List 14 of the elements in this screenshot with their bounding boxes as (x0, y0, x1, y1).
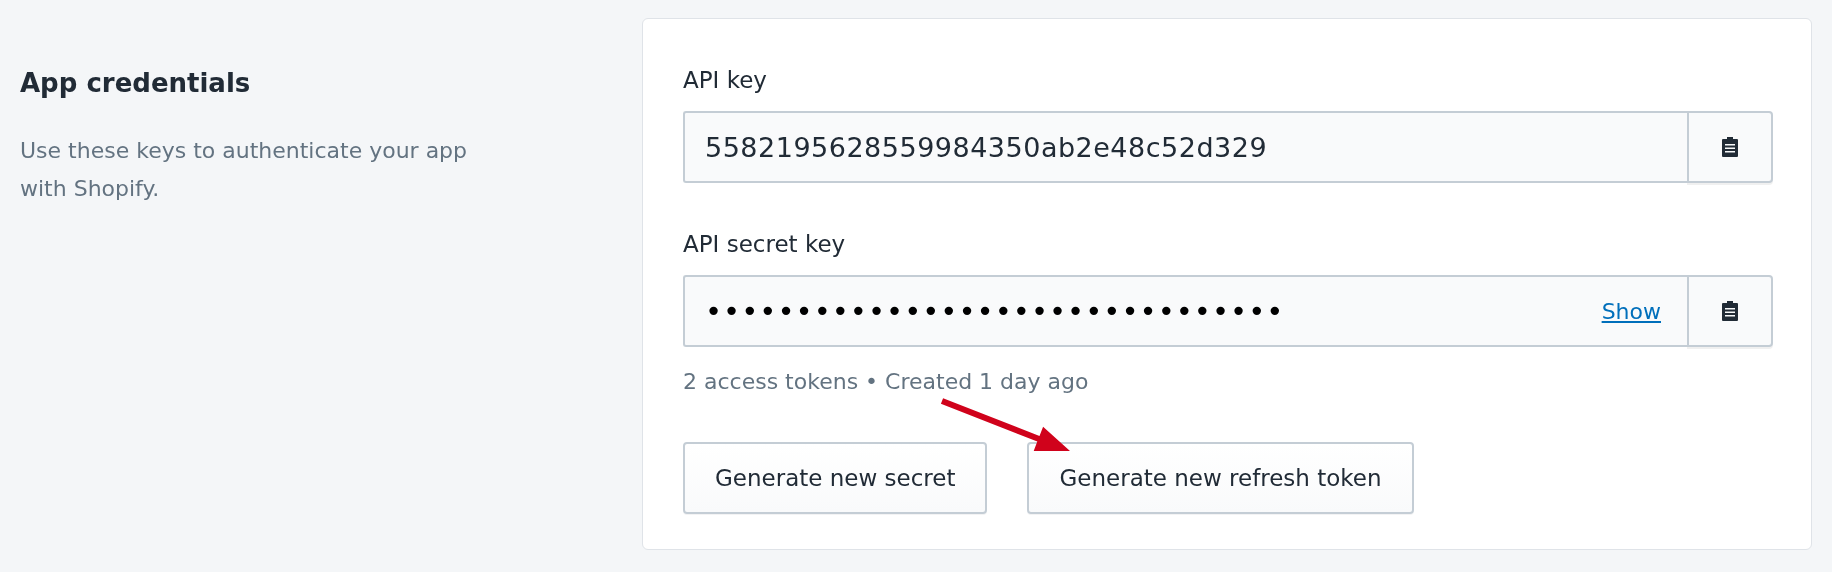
token-info: 2 access tokens • Created 1 day ago (683, 369, 1090, 394)
section-description: Use these keys to authenticate your app with Shopify. (20, 137, 469, 203)
generate-button[interactable]: Generate new secret (683, 442, 988, 514)
generate-button[interactable]: Generate new refresh token (1027, 442, 1414, 514)
section-title: App credentials (20, 68, 252, 98)
input-field[interactable]: •••••••••••••••••••••••••••••••• Show (683, 275, 1687, 347)
copy-button[interactable] (1687, 111, 1773, 183)
clipboard-icon (1721, 136, 1739, 158)
copy-button[interactable] (1687, 275, 1773, 347)
clipboard-icon (1721, 300, 1739, 322)
field-label: API secret key (683, 231, 847, 257)
show-link[interactable]: Show (1601, 298, 1661, 324)
field-label: API key (683, 67, 768, 93)
input-field[interactable]: 5582195628559984350ab2e48c52d329 (683, 111, 1687, 183)
